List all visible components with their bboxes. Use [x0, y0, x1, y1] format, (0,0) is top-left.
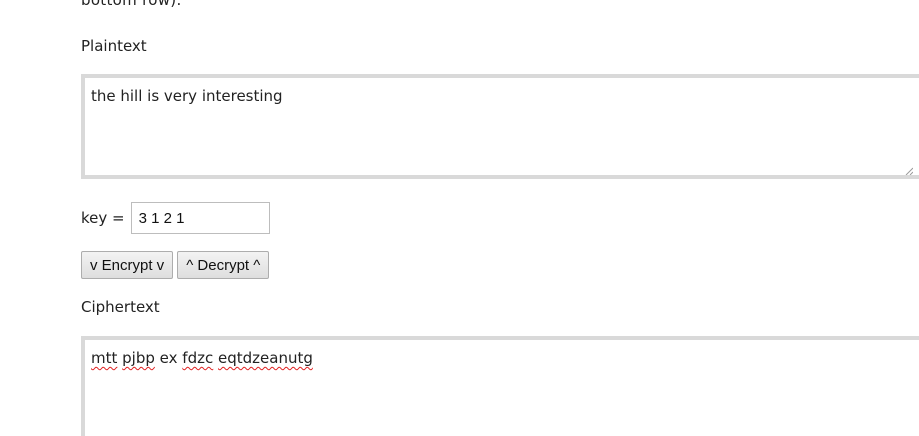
cipher-word: eqtdzeanutg	[218, 349, 313, 367]
key-input[interactable]	[130, 202, 270, 234]
ciphertext-textarea[interactable]: mtt pjbp ex fdzc eqtdzeanutg	[81, 336, 919, 436]
cipher-word: pjbp	[122, 349, 155, 367]
resize-grip-icon[interactable]	[905, 167, 913, 175]
ciphertext-value: mtt pjbp ex fdzc eqtdzeanutg	[91, 349, 313, 367]
hill-cipher-page: bottom row). Plaintext the hill is very …	[0, 0, 919, 436]
cipher-word: mtt	[91, 349, 118, 367]
cipher-word: fdzc	[182, 349, 214, 367]
intro-text-fragment: bottom row).	[81, 0, 182, 9]
key-label: key =	[81, 209, 125, 227]
plaintext-textarea[interactable]: the hill is very interesting	[81, 74, 919, 179]
action-buttons: v Encrypt v ^ Decrypt ^	[81, 251, 270, 279]
key-row: key =	[81, 202, 270, 234]
ciphertext-label: Ciphertext	[81, 298, 160, 316]
cipher-word: ex	[159, 349, 178, 367]
plaintext-label: Plaintext	[81, 37, 147, 55]
decrypt-button[interactable]: ^ Decrypt ^	[177, 251, 270, 279]
encrypt-button[interactable]: v Encrypt v	[81, 251, 174, 279]
plaintext-value: the hill is very interesting	[91, 87, 283, 105]
